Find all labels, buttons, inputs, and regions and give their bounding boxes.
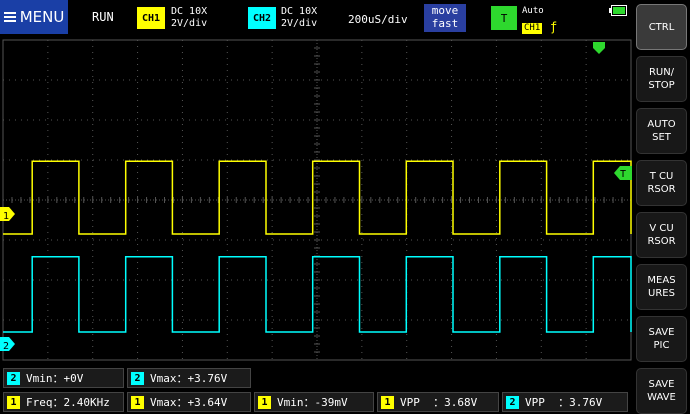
ch2-coupling: DC 10X bbox=[281, 6, 318, 17]
sidebar-label-line2: SET bbox=[652, 132, 671, 143]
rising-edge-icon: ƒ bbox=[550, 20, 558, 34]
ch2-scale: 2V/div bbox=[281, 18, 318, 29]
measurement-item: 1 VPP ：3.68V bbox=[377, 392, 499, 412]
channel-chip: 1 bbox=[258, 395, 271, 409]
measurement-item: 1 Vmin：-39mV bbox=[254, 392, 374, 412]
trigger-badge-label: T bbox=[500, 11, 508, 25]
measurement-value: VPP ：3.76V bbox=[525, 396, 603, 409]
ch1-badge-label: CH1 bbox=[141, 12, 161, 24]
measurement-item: 1 Vmax：+3.64V bbox=[127, 392, 251, 412]
ch1-coupling: DC 10X bbox=[171, 6, 208, 17]
trigger-level-marker[interactable]: T bbox=[614, 166, 632, 180]
timebase-setting[interactable]: 200uS/div bbox=[348, 13, 408, 26]
battery-icon bbox=[609, 5, 627, 16]
sidebar-label-line2: URES bbox=[648, 288, 675, 299]
sidebar-label-line1: SAVE bbox=[648, 327, 675, 338]
sidebar-label-line1: V CU bbox=[649, 223, 674, 234]
ch2-badge-label: CH2 bbox=[252, 12, 272, 24]
ch2-settings[interactable]: DC 10X 2V/div bbox=[281, 6, 317, 30]
measurement-value: Vmax：+3.76V bbox=[150, 372, 228, 385]
ch2-level-marker[interactable]: 2 bbox=[0, 337, 15, 352]
channel-chip: 2 bbox=[7, 371, 20, 385]
measurement-value: VPP ：3.68V bbox=[400, 396, 478, 409]
sidebar-label-line2: RSOR bbox=[647, 184, 676, 195]
save-picture-button[interactable]: SAVE PIC bbox=[636, 316, 687, 362]
trigger-mode[interactable]: Auto bbox=[522, 6, 544, 16]
sidebar-label-line2: RSOR bbox=[647, 236, 676, 247]
measurement-item: 2 Vmax：+3.76V bbox=[127, 368, 251, 388]
channel-chip: 2 bbox=[131, 371, 144, 385]
sidebar-label-line1: RUN/ bbox=[648, 67, 675, 78]
ch2-marker-label: 2 bbox=[3, 341, 9, 352]
sidebar-label-line2: WAVE bbox=[647, 392, 676, 403]
measures-button[interactable]: MEAS URES bbox=[636, 264, 687, 310]
ch2-badge[interactable]: CH2 bbox=[248, 7, 276, 29]
trigger-source[interactable]: CH1 bbox=[522, 23, 543, 34]
measurement-value: Vmin：-39mV bbox=[277, 396, 348, 409]
menu-button[interactable]: MENU bbox=[0, 0, 68, 34]
ch1-marker-label: 1 bbox=[3, 211, 9, 222]
sidebar-label-line2: STOP bbox=[648, 80, 675, 91]
grid bbox=[2, 39, 632, 361]
trigger-badge[interactable]: T bbox=[491, 6, 517, 30]
sidebar-label-line1: T CU bbox=[649, 171, 674, 182]
menu-label: MENU bbox=[19, 8, 65, 26]
trigger-marker-label: T bbox=[620, 169, 626, 180]
top-bar: MENU RUN CH1 DC 10X 2V/div CH2 DC 10X 2V… bbox=[0, 0, 632, 36]
measurement-item: 2 Vmin：+0V bbox=[3, 368, 124, 388]
measurement-value: Freq：2.40KHz bbox=[26, 396, 110, 409]
measurement-item: 2 VPP ：3.76V bbox=[502, 392, 628, 412]
auto-set-button[interactable]: AUTO SET bbox=[636, 108, 687, 154]
sidebar: CTRL RUN/STOP AUTO SET T CU RSOR V CU RSOR MEAS U… bbox=[632, 0, 690, 414]
ctrl-button[interactable]: CTRL bbox=[636, 4, 687, 50]
volt-cursor-button[interactable]: V CU RSOR bbox=[636, 212, 687, 258]
ch1-level-marker[interactable]: 1 bbox=[0, 207, 15, 222]
ch1-badge[interactable]: CH1 bbox=[137, 7, 165, 29]
ch1-settings[interactable]: DC 10X 2V/div bbox=[171, 6, 207, 30]
channel-chip: 2 bbox=[506, 395, 519, 409]
move-speed: fast bbox=[431, 17, 459, 30]
waveform-display[interactable]: 1 2 T bbox=[0, 38, 632, 362]
sidebar-label-line1: CTRL bbox=[648, 21, 675, 33]
sidebar-label-line1: SAVE bbox=[648, 379, 675, 390]
channel-chip: 1 bbox=[131, 395, 144, 409]
time-cursor-button[interactable]: T CU RSOR bbox=[636, 160, 687, 206]
ch1-scale: 2V/div bbox=[171, 18, 208, 29]
run-stop-button[interactable]: RUN/STOP bbox=[636, 56, 687, 102]
channel-chip: 1 bbox=[381, 395, 394, 409]
sidebar-label-line2: PIC bbox=[653, 340, 670, 351]
run-status[interactable]: RUN bbox=[92, 10, 114, 24]
measurement-value: Vmin：+0V bbox=[26, 372, 84, 385]
sidebar-label-line1: AUTO bbox=[647, 119, 676, 130]
hamburger-icon bbox=[3, 10, 16, 24]
measurement-value: Vmax：+3.64V bbox=[150, 396, 228, 409]
channel-chip: 1 bbox=[7, 395, 20, 409]
measurement-item: 1 Freq：2.40KHz bbox=[3, 392, 124, 412]
move-speed-button[interactable]: move fast bbox=[424, 4, 466, 32]
trigger-time-marker[interactable] bbox=[593, 42, 605, 54]
sidebar-label-line1: MEAS bbox=[647, 275, 676, 286]
save-wave-button[interactable]: SAVE WAVE bbox=[636, 368, 687, 414]
move-label: move bbox=[431, 4, 459, 17]
